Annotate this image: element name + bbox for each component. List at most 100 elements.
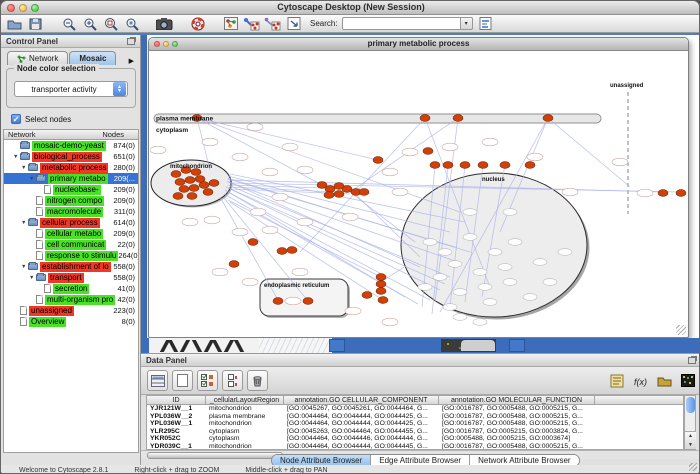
attribute-table[interactable]: YJR121W__1mitochondrion[GO:0045267, GO:0… — [146, 405, 684, 450]
select-all-attributes-icon[interactable] — [197, 370, 218, 391]
column-header[interactable]: ID — [147, 396, 206, 404]
gene-node[interactable] — [272, 193, 288, 201]
gene-node[interactable] — [392, 188, 408, 196]
selected-gene-node[interactable] — [187, 193, 197, 200]
selected-gene-node[interactable] — [359, 189, 369, 196]
selected-gene-node[interactable] — [373, 157, 383, 164]
selected-gene-node[interactable] — [273, 298, 283, 305]
tree-row[interactable]: unassigned223(0) — [4, 305, 138, 316]
column-header[interactable]: annotation.GO CELLULAR_COMPONENT — [284, 396, 439, 404]
tree-row[interactable]: ▼transport558(0) — [4, 272, 138, 283]
tree-row-label[interactable]: macromolecule — [45, 207, 103, 217]
search-dropdown-icon[interactable]: ▾ — [460, 17, 473, 30]
tree-row[interactable]: secretion41(0) — [4, 283, 138, 294]
unselect-all-attributes-icon[interactable] — [222, 370, 243, 391]
gene-node[interactable] — [418, 284, 432, 291]
gene-node[interactable] — [402, 148, 418, 156]
gene-node[interactable] — [297, 218, 313, 226]
tree-row-label[interactable]: unassigned — [29, 306, 74, 316]
gene-node[interactable] — [423, 239, 437, 246]
zoom-in-icon[interactable] — [81, 16, 98, 31]
tab-overflow-button[interactable]: ▶ — [126, 57, 137, 65]
gene-node[interactable] — [150, 146, 166, 154]
table-row[interactable]: YDR039C__1mitochondrion[GO:0044464, GO:0… — [147, 443, 683, 451]
expand-arrow-icon[interactable]: ▼ — [21, 220, 28, 226]
zoom-fit-icon[interactable] — [123, 16, 140, 31]
tree-row[interactable]: cellular metabo209(0) — [4, 228, 138, 239]
selected-gene-node[interactable] — [171, 171, 181, 178]
gene-node[interactable] — [242, 278, 258, 286]
function-builder-icon[interactable]: f(x) — [630, 370, 651, 391]
edit-network-icon[interactable] — [243, 16, 260, 31]
title-bar[interactable]: Cytoscape Desktop (New Session) — [1, 1, 700, 15]
gene-node[interactable] — [282, 143, 298, 151]
tree-row-label[interactable]: secretion — [53, 284, 89, 294]
tree-row-label[interactable]: nucleobase- — [53, 185, 101, 195]
gene-node[interactable] — [473, 269, 487, 276]
selected-gene-node[interactable] — [179, 186, 189, 193]
selected-gene-node[interactable] — [658, 190, 668, 197]
gene-node[interactable] — [382, 318, 398, 326]
notes-icon[interactable] — [606, 370, 627, 391]
tree-row[interactable]: ▼biological_process651(0) — [4, 151, 138, 162]
expand-arrow-icon[interactable]: ▼ — [21, 165, 28, 171]
gene-node[interactable] — [533, 259, 547, 266]
tree-row-label[interactable]: cell communicat — [45, 240, 106, 250]
gene-node[interactable] — [433, 274, 447, 281]
expand-arrow-icon[interactable]: ▼ — [29, 176, 36, 182]
vertical-scrollbar[interactable]: ▲▼ — [684, 395, 696, 450]
float-panel-icon[interactable] — [688, 357, 696, 364]
tree-row[interactable]: ▼primary metabo209(... — [4, 173, 138, 184]
tree-row-label[interactable]: response to stimulu — [45, 251, 118, 261]
gene-node[interactable] — [342, 213, 358, 221]
table-row[interactable]: YPL036W__1mitochondrion[GO:0044464, GO:0… — [147, 420, 683, 428]
table-header[interactable]: ID_cellularLayoutRegionannotation.GO CEL… — [146, 395, 684, 405]
gene-node[interactable] — [443, 304, 457, 311]
gene-node[interactable] — [453, 289, 467, 296]
gene-node[interactable] — [297, 166, 313, 174]
gene-node[interactable] — [463, 209, 477, 216]
gene-node[interactable] — [438, 249, 452, 256]
search-input[interactable] — [342, 17, 460, 30]
zoom-out-icon[interactable] — [60, 16, 77, 31]
tree-row[interactable]: nitrogen compo209(0) — [4, 195, 138, 206]
create-attribute-icon[interactable] — [172, 370, 193, 391]
selected-gene-node[interactable] — [342, 186, 352, 193]
resize-grip-icon[interactable] — [689, 463, 697, 471]
gene-node[interactable] — [448, 261, 462, 268]
gene-node[interactable] — [558, 249, 572, 256]
tree-row[interactable]: ▼establishment of lo558(0) — [4, 261, 138, 272]
selected-gene-node[interactable] — [203, 189, 213, 196]
gene-node[interactable] — [232, 228, 248, 236]
tree-row-label[interactable]: establishment of lo — [40, 262, 111, 272]
zoom-region-icon[interactable] — [102, 16, 119, 31]
tree-row-label[interactable]: mosaic-demo-yeast — [32, 141, 106, 151]
selected-gene-node[interactable] — [209, 180, 219, 187]
gene-node[interactable] — [382, 168, 398, 176]
selected-gene-node[interactable] — [430, 162, 440, 169]
selected-gene-node[interactable] — [453, 115, 463, 122]
tree-row[interactable]: Overview8(0) — [4, 316, 138, 327]
selected-gene-node[interactable] — [175, 179, 185, 186]
selected-gene-node[interactable] — [334, 191, 344, 198]
gene-node[interactable] — [488, 249, 502, 256]
selected-gene-node[interactable] — [303, 298, 313, 305]
selected-gene-node[interactable] — [525, 162, 535, 169]
tree-row-label[interactable]: biological_process — [32, 152, 102, 162]
open-icon[interactable] — [6, 16, 23, 31]
selected-gene-node[interactable] — [185, 177, 195, 184]
table-row[interactable]: YLR295Ccytoplasm[GO:0045263, GO:0044464,… — [147, 428, 683, 436]
tree-row-label[interactable]: metabolic process — [40, 163, 108, 173]
expand-arrow-icon[interactable]: ▼ — [29, 275, 36, 281]
selected-gene-node[interactable] — [248, 239, 258, 246]
network-tree[interactable]: mosaic-demo-yeast874(0)▼biological_proce… — [3, 140, 139, 453]
tree-row[interactable]: response to stimulu264(0) — [4, 250, 138, 261]
gene-node[interactable] — [453, 314, 467, 321]
gene-node[interactable] — [503, 279, 517, 286]
float-panel-icon[interactable] — [127, 38, 135, 45]
filter-icon[interactable] — [477, 16, 494, 31]
gene-node[interactable] — [612, 158, 628, 166]
select-nodes-checkbox[interactable]: ✓ — [11, 114, 21, 124]
table-row[interactable]: YJR121W__1mitochondrion[GO:0045267, GO:0… — [147, 405, 683, 413]
column-header[interactable]: _cellularLayoutRegion — [206, 396, 284, 404]
